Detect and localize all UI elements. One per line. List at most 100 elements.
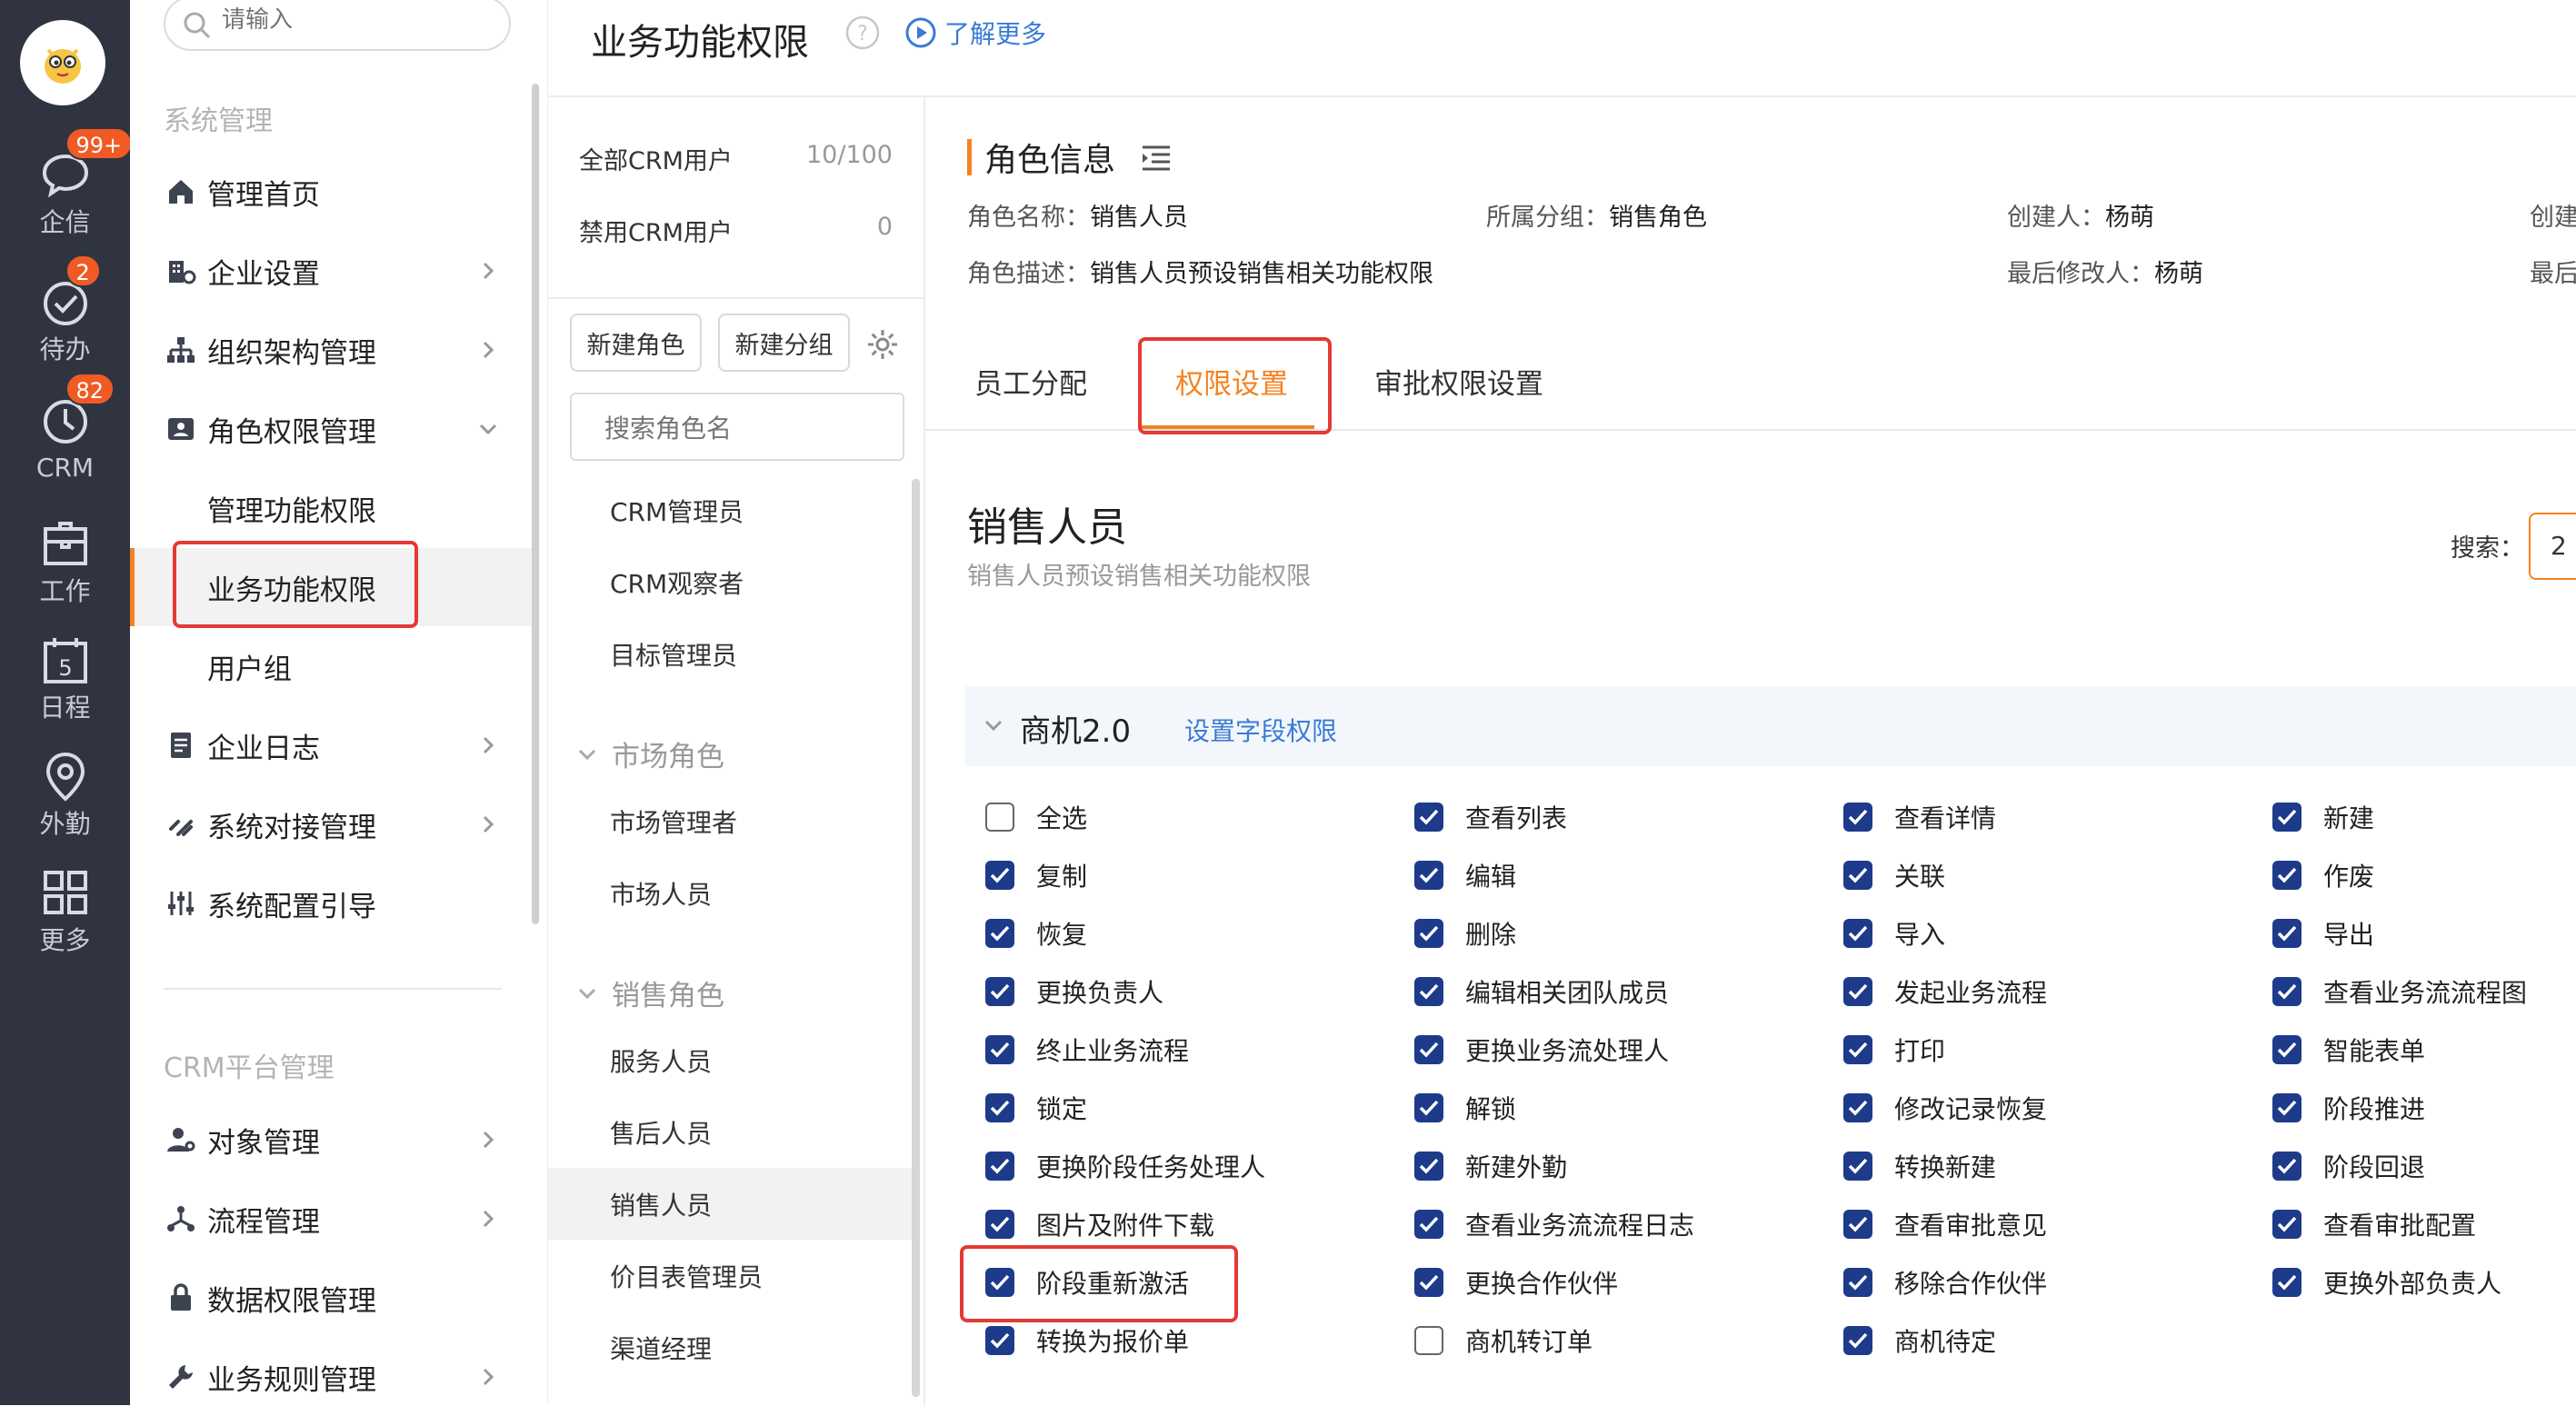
permission-checkbox[interactable]: 编辑相关团队成员: [1414, 972, 1669, 1012]
rail-item-work[interactable]: 工作: [0, 516, 130, 618]
checkbox-checked[interactable]: [1843, 1152, 1872, 1181]
checkbox-checked[interactable]: [1414, 1093, 1443, 1122]
menu-item-biz-perm[interactable]: 业务功能权限: [130, 548, 534, 626]
checkbox-unchecked[interactable]: [1414, 1326, 1443, 1355]
permission-checkbox[interactable]: 移除合作伙伴: [1843, 1262, 2047, 1302]
checkbox-checked[interactable]: [985, 1152, 1014, 1181]
checkbox-checked[interactable]: [1843, 919, 1872, 948]
checkbox-checked[interactable]: [1414, 803, 1443, 832]
checkbox-checked[interactable]: [985, 1035, 1014, 1064]
permission-checkbox[interactable]: 更换外部负责人: [2272, 1262, 2501, 1302]
checkbox-checked[interactable]: [1414, 919, 1443, 948]
group-market-roles[interactable]: 市场角色: [575, 733, 724, 774]
permission-checkbox[interactable]: 智能表单: [2272, 1030, 2425, 1070]
permission-checkbox[interactable]: 复制: [985, 855, 1087, 895]
permission-checkbox[interactable]: 发起业务流程: [1843, 972, 2047, 1012]
permission-checkbox[interactable]: 新建外勤: [1414, 1146, 1567, 1186]
checkbox-unchecked[interactable]: [985, 803, 1014, 832]
permission-checkbox[interactable]: 编辑: [1414, 855, 1516, 895]
permission-checkbox[interactable]: 更换合作伙伴: [1414, 1262, 1618, 1302]
rail-item-messages[interactable]: 99+ 企信: [0, 127, 134, 249]
group-sales-roles[interactable]: 销售角色: [575, 972, 724, 1013]
role-item[interactable]: 售后人员: [548, 1096, 912, 1168]
permission-checkbox[interactable]: 查看审批意见: [1843, 1204, 2047, 1244]
checkbox-checked[interactable]: [985, 1210, 1014, 1239]
permission-checkbox[interactable]: 关联: [1843, 855, 1945, 895]
permission-checkbox[interactable]: 导入: [1843, 913, 1945, 953]
checkbox-checked[interactable]: [2272, 1035, 2301, 1064]
tab-approval-permissions[interactable]: 审批权限设置: [1374, 361, 1543, 402]
menu-item-data-perm[interactable]: 数据权限管理: [130, 1259, 534, 1337]
checkbox-checked[interactable]: [2272, 977, 2301, 1006]
checkbox-checked[interactable]: [1414, 1268, 1443, 1297]
permission-checkbox[interactable]: 打印: [1843, 1030, 1945, 1070]
permission-checkbox[interactable]: 转换为报价单: [985, 1321, 1189, 1361]
new-group-button[interactable]: 新建分组: [718, 314, 850, 372]
permission-checkbox[interactable]: 查看列表: [1414, 797, 1567, 837]
role-item[interactable]: 渠道经理: [548, 1311, 912, 1383]
permission-search-input[interactable]: 2: [2529, 513, 2576, 580]
checkbox-checked[interactable]: [1843, 1268, 1872, 1297]
role-item[interactable]: CRM管理员: [548, 474, 912, 546]
collapse-list-icon[interactable]: [1139, 142, 1173, 173]
permission-checkbox[interactable]: 查看业务流流程日志: [1414, 1204, 1694, 1244]
sidebar-search-input[interactable]: [220, 2, 493, 38]
rail-item-todo[interactable]: 2 待办: [0, 254, 130, 376]
permission-checkbox[interactable]: 终止业务流程: [985, 1030, 1189, 1070]
role-item[interactable]: CRM观察者: [548, 546, 912, 618]
permission-checkbox[interactable]: 全选: [985, 797, 1087, 837]
permission-checkbox[interactable]: 更换负责人: [985, 972, 1163, 1012]
checkbox-checked[interactable]: [985, 1268, 1014, 1297]
permission-checkbox[interactable]: 查看业务流流程图: [2272, 972, 2527, 1012]
role-item[interactable]: 市场人员: [548, 857, 912, 929]
role-item[interactable]: 市场管理者: [548, 785, 912, 857]
menu-item-role[interactable]: 角色权限管理: [130, 390, 534, 468]
learn-more-link[interactable]: 了解更多: [904, 15, 1046, 51]
avatar[interactable]: [20, 20, 105, 105]
permission-checkbox[interactable]: 查看详情: [1843, 797, 1996, 837]
permission-checkbox[interactable]: 转换新建: [1843, 1146, 1996, 1186]
permission-checkbox[interactable]: 更换业务流处理人: [1414, 1030, 1669, 1070]
gear-icon[interactable]: [864, 326, 901, 363]
checkbox-checked[interactable]: [2272, 1268, 2301, 1297]
checkbox-checked[interactable]: [2272, 1093, 2301, 1122]
checkbox-checked[interactable]: [985, 1326, 1014, 1355]
module-header[interactable]: 商机2.0 设置字段权限: [965, 686, 2576, 766]
permission-checkbox[interactable]: 新建: [2272, 797, 2374, 837]
role-item[interactable]: 价目表管理员: [548, 1240, 912, 1311]
menu-item-object[interactable]: 对象管理: [130, 1101, 534, 1179]
tab-employee-assignment[interactable]: 员工分配: [974, 361, 1087, 402]
checkbox-checked[interactable]: [2272, 919, 2301, 948]
role-search-field[interactable]: [570, 393, 904, 461]
checkbox-checked[interactable]: [1843, 1035, 1872, 1064]
menu-item-company[interactable]: 企业设置: [130, 232, 534, 310]
permission-checkbox[interactable]: 商机转订单: [1414, 1321, 1593, 1361]
role-item[interactable]: 目标管理员: [548, 618, 912, 690]
checkbox-checked[interactable]: [1843, 1210, 1872, 1239]
permission-checkbox[interactable]: 锁定: [985, 1088, 1087, 1128]
help-icon[interactable]: ?: [844, 15, 881, 51]
permission-checkbox[interactable]: 修改记录恢复: [1843, 1088, 2047, 1128]
sidebar-scrollbar[interactable]: [532, 84, 539, 924]
rail-item-field[interactable]: 外勤: [0, 749, 130, 851]
permission-checkbox[interactable]: 阶段推进: [2272, 1088, 2425, 1128]
field-permission-link[interactable]: 设置字段权限: [1184, 712, 1337, 748]
checkbox-checked[interactable]: [985, 919, 1014, 948]
checkbox-checked[interactable]: [1414, 1035, 1443, 1064]
role-item-selected[interactable]: 销售人员: [548, 1168, 912, 1240]
checkbox-checked[interactable]: [1843, 1326, 1872, 1355]
role-item[interactable]: 服务人员: [548, 1024, 912, 1096]
permission-checkbox[interactable]: 阶段回退: [2272, 1146, 2425, 1186]
rail-item-calendar[interactable]: 5 日程: [0, 633, 130, 734]
permission-checkbox[interactable]: 查看审批配置: [2272, 1204, 2476, 1244]
role-search-input[interactable]: [603, 411, 875, 445]
menu-item-integration[interactable]: 系统对接管理: [130, 785, 534, 863]
permission-checkbox[interactable]: 删除: [1414, 913, 1516, 953]
permission-checkbox[interactable]: 阶段重新激活: [985, 1262, 1189, 1302]
menu-item-flow[interactable]: 流程管理: [130, 1180, 534, 1258]
checkbox-checked[interactable]: [1414, 1210, 1443, 1239]
checkbox-checked[interactable]: [1843, 977, 1872, 1006]
checkbox-checked[interactable]: [1843, 1093, 1872, 1122]
menu-item-mgmt-perm[interactable]: 管理功能权限: [130, 469, 534, 547]
disabled-crm-users[interactable]: 禁用CRM用户 0: [579, 213, 893, 248]
